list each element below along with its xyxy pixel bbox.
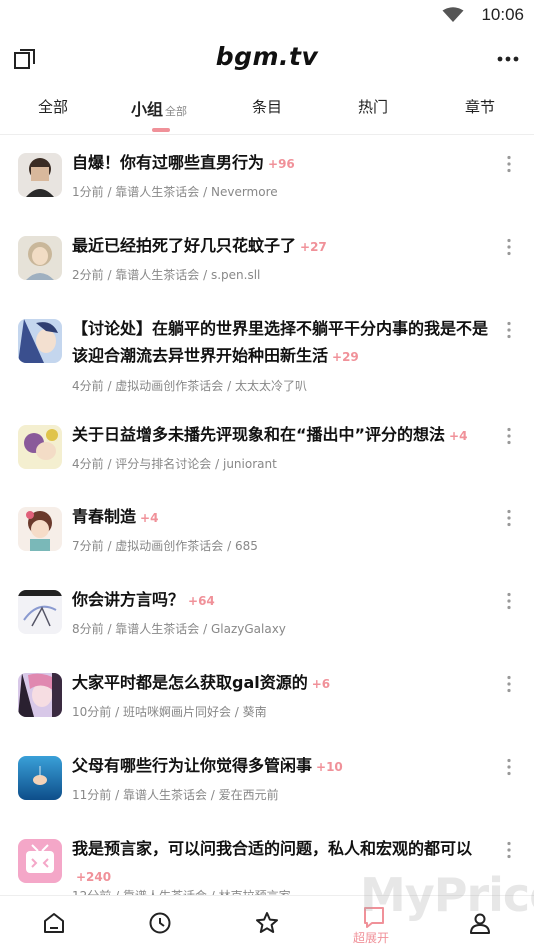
group-avatar	[18, 236, 62, 280]
app-header: bgm.tv	[0, 36, 534, 82]
user-icon[interactable]	[467, 910, 493, 936]
topic-list: 自爆！你有过哪些直男行为 +96 1分前 / 靠谱人生茶话会 / Nevermor…	[0, 135, 534, 895]
reply-count: +29	[332, 350, 359, 364]
topic-meta: 7分前 / 虚拟动画创作茶话会 / 685	[72, 539, 258, 553]
status-bar: 10:06	[0, 0, 534, 32]
group-avatar	[18, 673, 62, 717]
item-menu-icon[interactable]	[506, 509, 512, 527]
reply-count: +27	[300, 240, 327, 254]
topic-meta: 4分前 / 虚拟动画创作茶话会 / 太太太冷了叭	[72, 379, 307, 393]
topic-title: 自爆！你有过哪些直男行为	[72, 153, 265, 172]
reply-count: +240	[76, 870, 112, 884]
item-menu-icon[interactable]	[506, 592, 512, 610]
item-menu-icon[interactable]	[506, 321, 512, 339]
tab-indicator	[152, 128, 170, 132]
group-avatar	[18, 425, 62, 469]
group-avatar	[18, 590, 62, 634]
more-options-icon[interactable]	[496, 48, 520, 70]
group-avatar	[18, 839, 62, 883]
reply-count: +64	[188, 594, 215, 608]
topic-meta: 1分前 / 靠谱人生茶话会 / Nevermore	[72, 185, 278, 199]
topic-meta: 10分前 / 班咕咪婀画片同好会 / 葵南	[72, 705, 267, 719]
topic-title: 我是预言家，可以问我合适的问题，私人和宏观的都可以	[72, 839, 473, 858]
item-menu-icon[interactable]	[506, 155, 512, 173]
reply-count: +4	[449, 429, 468, 443]
topic-title: 关于日益增多未播先评现象和在“播出中”评分的想法	[72, 425, 446, 444]
wifi-icon	[442, 7, 464, 22]
reply-count: +96	[268, 157, 295, 171]
item-menu-icon[interactable]	[506, 238, 512, 256]
tab-group-filter[interactable]: 全部	[165, 105, 187, 118]
tab-hot[interactable]: 热门	[358, 96, 388, 117]
topic-title: 父母有哪些行为让你觉得多管闲事	[72, 756, 313, 775]
reply-count: +6	[311, 677, 331, 691]
topic-meta: 4分前 / 评分与排名讨论会 / juniorant	[72, 457, 277, 471]
topic-title: 大家平时都是怎么获取gal资源的	[72, 673, 308, 692]
tab-subject[interactable]: 条目	[252, 96, 282, 117]
topic-meta: 11分前 / 靠谱人生茶话会 / 爱在西元前	[72, 788, 279, 802]
app-logo: bgm.tv	[215, 42, 319, 71]
topic-meta: 2分前 / 靠谱人生茶话会 / s.pen.sll	[72, 268, 261, 282]
nav-label-rakuen[interactable]: 超展开	[353, 929, 389, 946]
clock-icon[interactable]	[147, 910, 173, 936]
topic-meta: 12分前 / 靠谱人生茶话会 / 林克拉预言家	[72, 887, 291, 895]
status-time: 10:06	[481, 5, 524, 24]
topic-title: 【讨论处】在躺平的世界里选择不躺平干分内事的我是不是该迎合潮流去异世界开始种田新…	[72, 319, 489, 365]
tab-group[interactable]: 小组 全部	[131, 96, 187, 120]
group-avatar	[18, 507, 62, 551]
item-menu-icon[interactable]	[506, 427, 512, 445]
tab-bar: 全部 小组 全部 条目 热门 章节	[0, 88, 534, 134]
group-avatar	[18, 153, 62, 197]
tab-episode[interactable]: 章节	[465, 96, 495, 117]
topic-title: 你会讲方言吗？	[72, 590, 185, 609]
item-menu-icon[interactable]	[506, 841, 512, 859]
reply-count: +4	[140, 511, 159, 525]
reply-count: +10	[316, 760, 343, 774]
group-avatar	[18, 319, 62, 363]
star-icon[interactable]	[254, 910, 280, 936]
tab-all[interactable]: 全部	[38, 96, 68, 117]
topic-meta: 8分前 / 靠谱人生茶话会 / GlazyGalaxy	[72, 622, 286, 636]
group-avatar	[18, 756, 62, 800]
chat-icon[interactable]	[361, 904, 387, 930]
item-menu-icon[interactable]	[506, 675, 512, 693]
item-menu-icon[interactable]	[506, 758, 512, 776]
topic-title: 最近已经拍死了好几只花蚊子了	[72, 236, 297, 255]
topic-title: 青春制造	[72, 507, 137, 526]
home-icon[interactable]	[41, 910, 67, 936]
bottom-nav: 超展开	[0, 895, 534, 949]
